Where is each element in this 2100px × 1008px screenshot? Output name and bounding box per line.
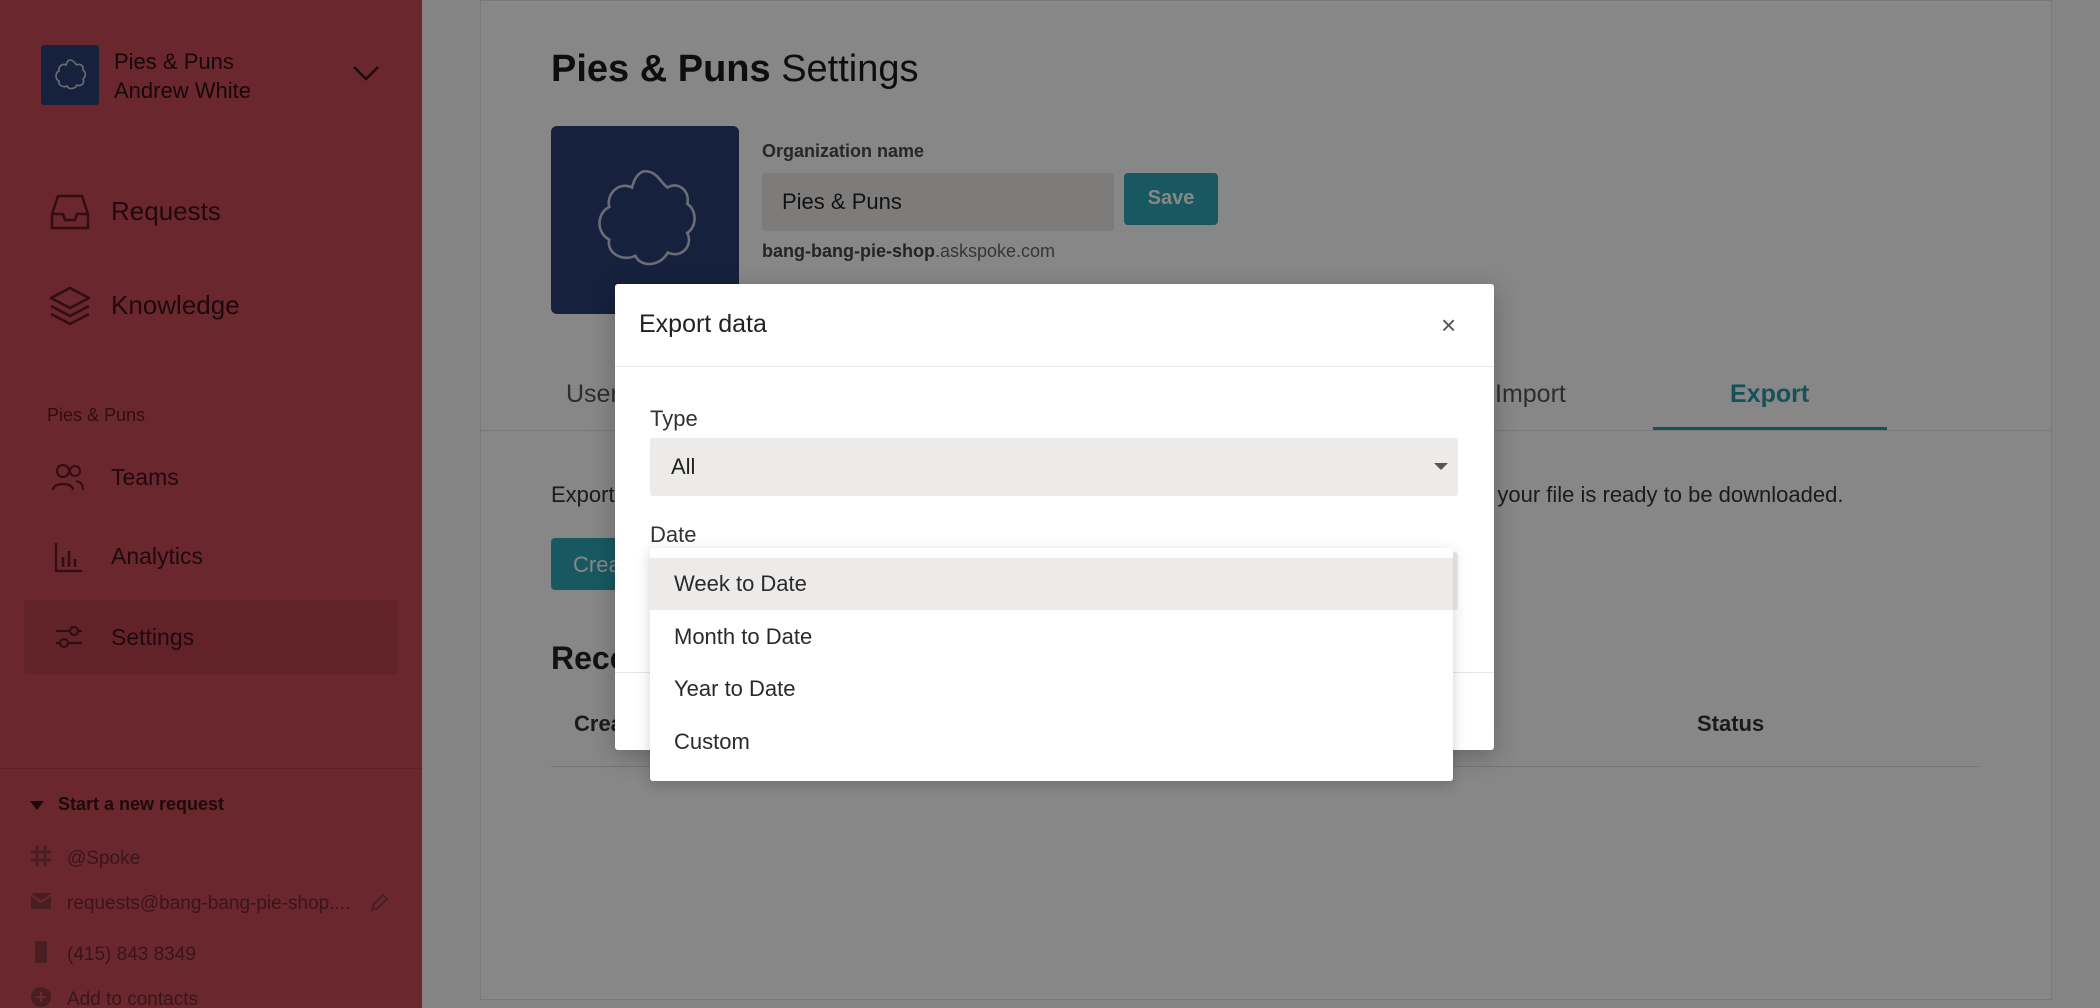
date-option-month-to-date[interactable]: Month to Date (650, 611, 1453, 663)
date-option-week-to-date[interactable]: Week to Date (650, 558, 1453, 610)
caret-down-icon (1434, 463, 1448, 470)
close-icon[interactable]: × (1441, 312, 1456, 338)
type-select[interactable]: All (650, 438, 1458, 496)
date-option-year-to-date[interactable]: Year to Date (650, 663, 1453, 715)
date-options-menu: Week to Date Month to Date Year to Date … (650, 548, 1453, 781)
type-select-value: All (671, 454, 696, 479)
modal-title: Export data (639, 310, 767, 338)
type-label: Type (650, 406, 698, 431)
date-option-custom[interactable]: Custom (650, 716, 1453, 768)
modal-header-divider (615, 366, 1494, 367)
date-label: Date (650, 522, 697, 547)
